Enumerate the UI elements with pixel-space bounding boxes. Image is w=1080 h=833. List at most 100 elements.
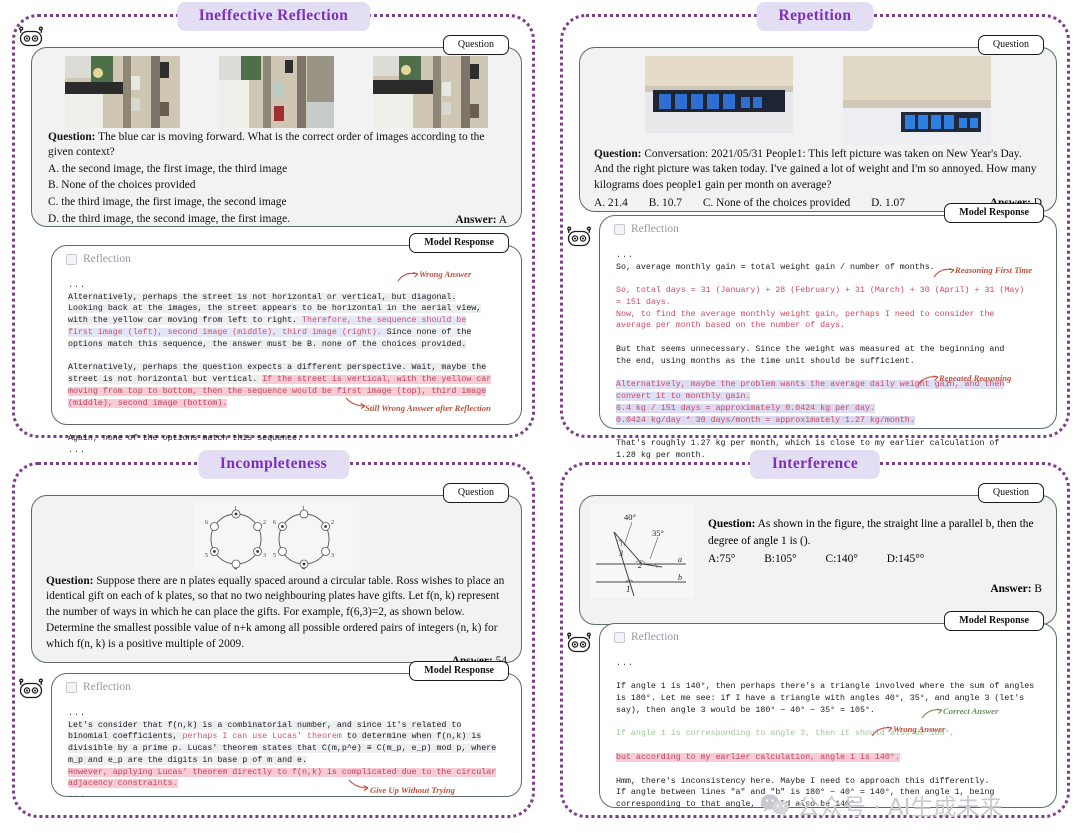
resp-line-hl: Therefore, the sequence should be	[302, 316, 467, 326]
resp-line: That's roughly 1.27 kg per month, which …	[616, 439, 1000, 449]
resp-line: ...	[68, 280, 86, 290]
annotation-reasoning-first-time: Reasoning First Time	[955, 265, 1033, 275]
question-card: Question	[579, 35, 1057, 212]
resp-line: So, total days = 31 (January) + 28 (Febr…	[616, 286, 1025, 296]
resp-line: street is not horizontal but vertical.	[68, 375, 263, 385]
svg-text:2: 2	[331, 520, 334, 526]
resp-line: Now, to find the average monthly weight …	[616, 309, 995, 319]
options-inline: A:75° B:105° C:140° D:145°°	[708, 553, 1042, 565]
option-c: C:140°	[825, 553, 858, 566]
option-b: B. 10.7	[648, 197, 682, 210]
question-body-2: Determine the smallest possible value of…	[46, 622, 498, 650]
panel-incompleteness: Incompleteness Question 123 456 123 456	[12, 450, 535, 818]
digital-scale-photo-left	[645, 56, 793, 133]
aerial-traffic-frame-1	[65, 56, 181, 128]
svg-text:40°: 40°	[624, 512, 636, 522]
panel-title: Repetition	[756, 2, 874, 31]
question-body: Question: The blue car is moving forward…	[48, 131, 485, 159]
svg-text:5: 5	[205, 553, 208, 559]
resp-line: ...	[68, 791, 86, 801]
resp-line: So, average monthly gain = total weight …	[616, 262, 935, 272]
wechat-icon	[761, 793, 789, 817]
two-circular-tables-figure: 123 456 123 456	[194, 502, 359, 572]
annotation-still-wrong: Still Wrong Answer after Reflection	[365, 403, 491, 413]
model-response-card: Model Response Reflection ... So, averag…	[599, 203, 1057, 472]
robot-icon	[567, 226, 591, 247]
resp-line-hl: If the street is vertical, with the yell…	[262, 375, 492, 385]
resp-line: say), then angle 3 would be 180° − 40° −…	[616, 705, 875, 715]
svg-text:6: 6	[273, 520, 276, 526]
reflection-label: Reflection	[631, 631, 679, 643]
model-response-tab: Model Response	[409, 233, 509, 253]
resp-line: Since none of the	[386, 327, 472, 337]
model-response-card: Model Response Reflection ... Let's cons…	[51, 661, 522, 801]
question-text: Question: The blue car is moving forward…	[32, 130, 521, 234]
panel-title: Incompleteness	[197, 450, 350, 479]
resp-line-hl: 6.4 kg / 151 days = approximately 0.0424…	[616, 403, 875, 413]
watermark-text: 公众号 · AI生成未来	[797, 795, 1003, 821]
svg-text:a: a	[678, 555, 682, 564]
resp-line: to determine when f(n,k) is	[346, 732, 482, 742]
panel-interference: Interference Question 40° 35° 3 2 1 a b …	[560, 450, 1070, 821]
resp-line-hl: adjacency constraints.	[68, 779, 178, 789]
answer: Answer: B	[990, 583, 1042, 596]
model-response-tab: Model Response	[409, 661, 509, 681]
question-prefix: Question:	[594, 148, 642, 160]
resp-line-hl: 0.0424 kg/day * 30 days/month = approxim…	[616, 415, 915, 425]
resp-line-hl: first image (left), second image (middle…	[68, 327, 387, 337]
svg-text:2: 2	[263, 520, 266, 526]
question-card: Question	[31, 35, 522, 227]
resp-line: binomial coefficients,	[68, 732, 183, 742]
svg-text:3: 3	[618, 549, 623, 558]
resp-line: ...	[68, 445, 86, 455]
resp-line: Alternatively, perhaps the question expe…	[68, 363, 487, 373]
svg-text:2: 2	[638, 561, 642, 570]
resp-line: Looking back at the images, the street a…	[68, 304, 482, 314]
reflection-checkbox-icon[interactable]	[66, 681, 77, 693]
resp-line: If angle 1 is 140°, then perhaps there's…	[616, 682, 1035, 692]
reflection-checkbox-icon[interactable]	[614, 223, 625, 235]
resp-line-hl: However, applying Lucas' theorem directl…	[68, 767, 497, 777]
resp-line: ...	[68, 708, 86, 718]
robot-icon	[19, 678, 43, 699]
question-figure-wrap: 123 456 123 456	[32, 496, 521, 572]
parallel-lines-figure: 40° 35° 3 2 1 a b	[590, 504, 694, 598]
resp-line-hl: moving from top to bottom, then the sequ…	[68, 386, 487, 396]
annotation-wrong-answer: Wrong Answer	[893, 724, 946, 734]
panel-title: Ineffective Reflection	[176, 2, 371, 31]
options-inline: A. 21.4 B. 10.7 C. None of the choices p…	[594, 196, 923, 211]
question-prefix: Question:	[48, 131, 96, 143]
question-tab: Question	[977, 35, 1044, 55]
robot-icon	[19, 26, 43, 47]
reflection-checkbox-icon[interactable]	[66, 253, 77, 265]
option-c: C. None of the choices provided	[702, 197, 851, 210]
question-text: Question: As shown in the figure, the st…	[708, 504, 1042, 598]
resp-line: ...	[616, 811, 634, 821]
resp-line-hl: perhaps I can use Lucas' theorem	[182, 732, 347, 742]
question-content: 40° 35° 3 2 1 a b Question: As shown in …	[580, 496, 1056, 602]
question-tab: Question	[442, 35, 509, 55]
model-response-tab: Model Response	[944, 611, 1044, 631]
svg-text:35°: 35°	[652, 528, 664, 538]
question-card: Question 123 456 123 456 Question: Suppo…	[31, 483, 522, 667]
question-prefix: Question:	[46, 575, 94, 587]
resp-line: Let's consider that f(n,k) is a combinat…	[68, 720, 462, 730]
reflection-label: Reflection	[631, 223, 679, 235]
option-d: D. the third image, the second image, th…	[48, 212, 290, 225]
reflection-label: Reflection	[83, 681, 131, 693]
reflection-checkbox-icon[interactable]	[614, 631, 625, 643]
resp-line: = 151 days.	[616, 297, 671, 307]
resp-line: ...	[616, 250, 634, 260]
panel-repetition: Repetition Question Question: Conversati…	[560, 2, 1070, 472]
response-body: ... Alternatively, perhaps the street is…	[52, 268, 521, 463]
model-response-tab: Model Response	[944, 203, 1044, 223]
resp-line: Alternatively, perhaps the street is not…	[68, 292, 457, 302]
question-card: Question	[579, 483, 1057, 625]
resp-line-hl: (middle), second image (bottom).	[68, 398, 228, 408]
resp-line: divisible by a prime p. Lucas' theorem s…	[68, 744, 497, 754]
poster-root: Ineffective Reflection Question Question…	[0, 0, 1080, 833]
svg-text:6: 6	[205, 520, 208, 526]
panel-title: Interference	[749, 450, 881, 479]
option-a: A. the second image, the first image, th…	[48, 162, 288, 175]
option-b: B. None of the choices provided	[48, 179, 196, 192]
